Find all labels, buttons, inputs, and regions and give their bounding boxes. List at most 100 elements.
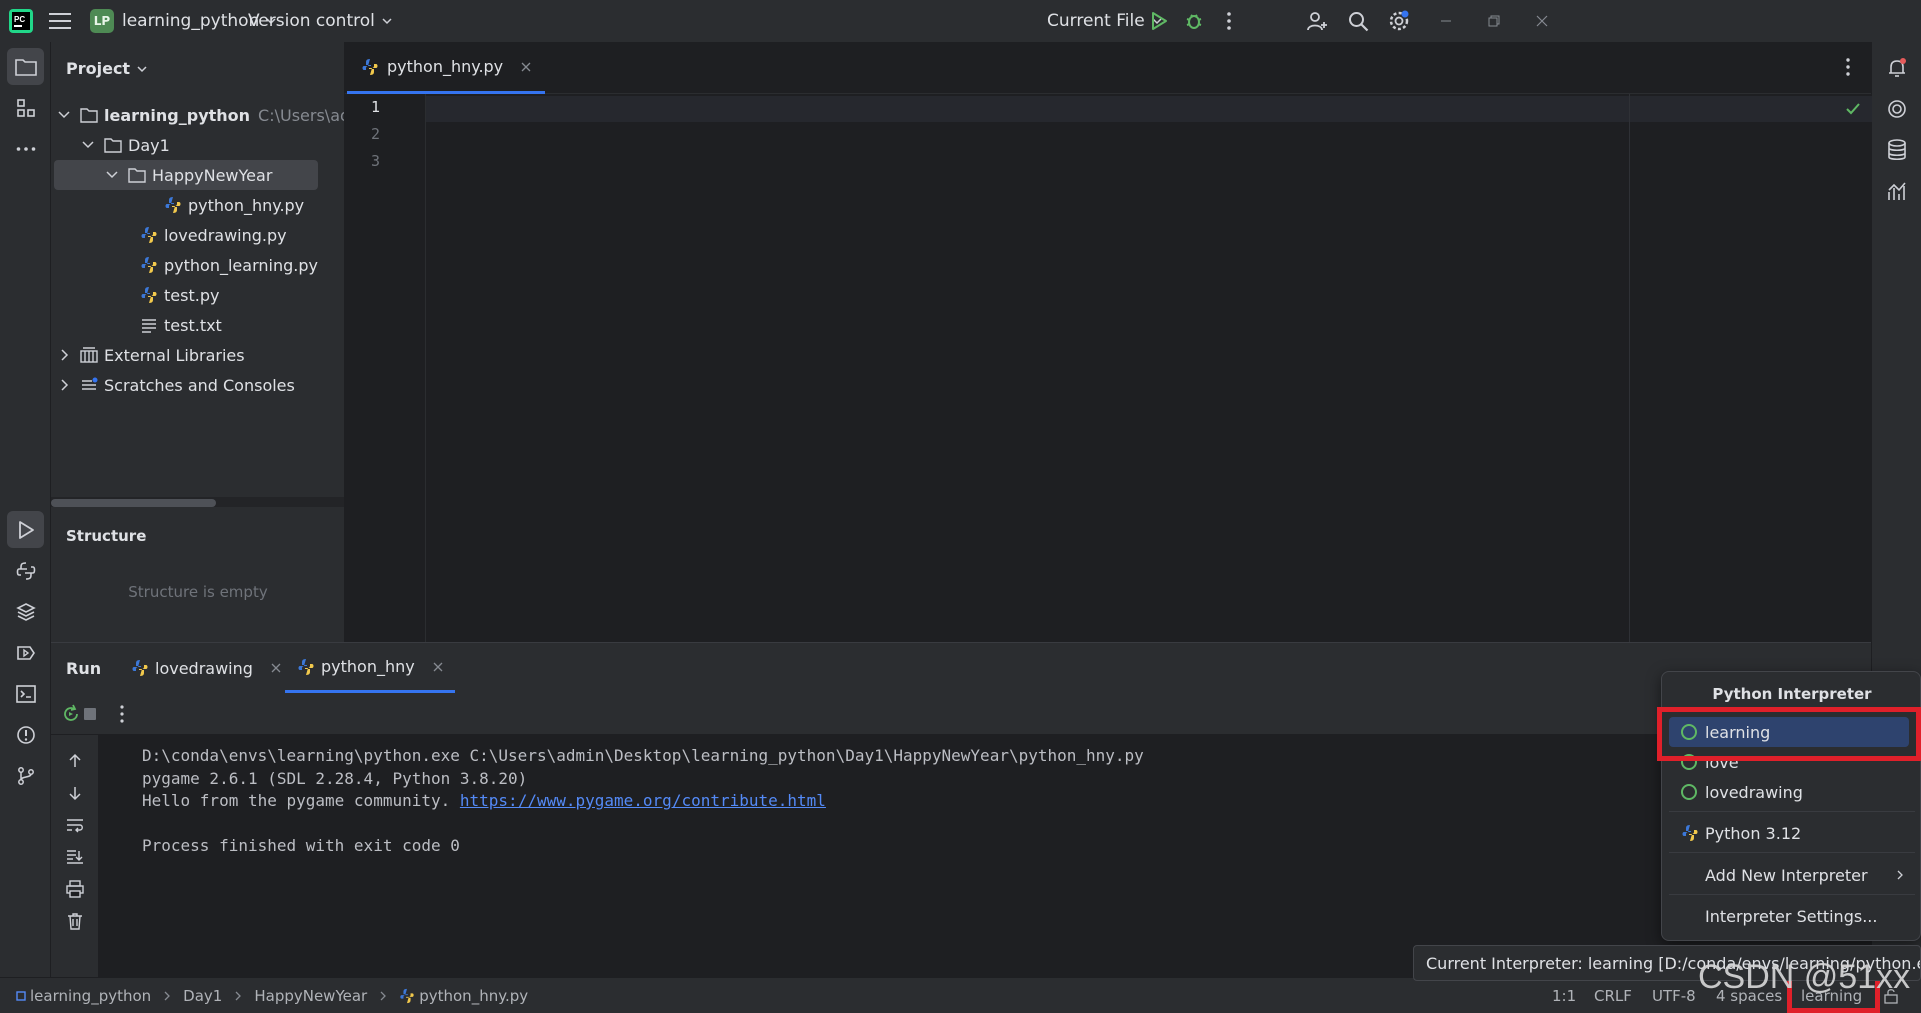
python-file-icon: [141, 287, 157, 303]
search-everywhere-button[interactable]: [1348, 0, 1369, 42]
close-icon[interactable]: [271, 663, 281, 673]
title-bar: PC LP learning_python Version control Cu…: [0, 0, 1921, 42]
highlight-box-selected-interpreter: [1657, 707, 1921, 761]
bug-icon: [1186, 14, 1202, 29]
close-icon[interactable]: [521, 62, 531, 72]
tree-item-lovedrawing[interactable]: lovedrawing.py: [140, 220, 287, 250]
project-horizontal-scrollbar[interactable]: [51, 497, 344, 507]
scroll-to-end-button[interactable]: [63, 845, 87, 869]
run-tab-lovedrawing[interactable]: lovedrawing: [131, 643, 281, 693]
pycharm-logo-icon[interactable]: PC: [9, 0, 33, 42]
tree-item-happynewyear[interactable]: HappyNewYear: [54, 160, 318, 190]
close-icon[interactable]: [433, 662, 443, 672]
run-config-selector[interactable]: Current File: [1047, 0, 1163, 42]
interpreter-option-label: Python 3.12: [1705, 823, 1802, 843]
print-button[interactable]: [63, 877, 87, 901]
tree-item-day1[interactable]: Day1: [80, 130, 170, 160]
problems-icon: [16, 725, 35, 744]
scrollbar-thumb[interactable]: [51, 499, 216, 507]
tree-item-label: Scratches and Consoles: [104, 375, 295, 395]
ai-assistant-button[interactable]: [1879, 91, 1915, 127]
tree-item-external-libraries[interactable]: External Libraries: [56, 340, 245, 370]
tree-item-scratches[interactable]: Scratches and Consoles: [56, 370, 295, 400]
run-panel: Run lovedrawing python_hny D:\conda\envs…: [51, 642, 1871, 978]
breadcrumb-item[interactable]: Day1: [183, 987, 222, 1005]
file-encoding[interactable]: UTF-8: [1652, 978, 1696, 1013]
run-tab-python-hny[interactable]: python_hny: [285, 643, 455, 693]
structure-icon: [16, 98, 35, 117]
more-tools-button[interactable]: [7, 130, 44, 167]
notifications-button[interactable]: [1879, 50, 1915, 86]
project-tool-button[interactable]: [7, 48, 44, 85]
caret-position[interactable]: 1:1: [1552, 978, 1576, 1013]
layers-tool-button[interactable]: [7, 593, 44, 630]
python-packages-button[interactable]: [7, 552, 44, 589]
tree-item-python-hny[interactable]: python_hny.py: [164, 190, 304, 220]
project-name: learning_python: [122, 11, 260, 31]
scroll-down-button[interactable]: [63, 781, 87, 805]
editor-tab-label: python_hny.py: [387, 57, 504, 76]
database-button[interactable]: [1879, 132, 1915, 168]
problems-tool-button[interactable]: [7, 716, 44, 753]
restore-button[interactable]: [1488, 0, 1500, 42]
breadcrumb-item[interactable]: python_hny.py: [419, 987, 528, 1005]
python-file-icon: [400, 988, 414, 1004]
tree-item-root[interactable]: learning_python C:\Users\adm: [56, 100, 344, 130]
tree-item-test-txt[interactable]: test.txt: [140, 310, 222, 340]
run-more-button[interactable]: [119, 705, 125, 723]
structure-tool-button[interactable]: [7, 89, 44, 126]
console-link[interactable]: https://www.pygame.org/contribute.html: [460, 791, 826, 810]
code-with-me-button[interactable]: [1306, 0, 1328, 42]
console-exit-line: Process finished with exit code 0: [142, 836, 460, 855]
module-icon: [16, 991, 26, 1001]
run-button[interactable]: [1150, 0, 1168, 42]
vcs-menu[interactable]: Version control: [248, 0, 393, 42]
clear-console-button[interactable]: [63, 909, 87, 933]
add-new-interpreter-item[interactable]: Add New Interpreter: [1669, 860, 1909, 890]
line-number: 3: [370, 152, 380, 170]
more-horizontal-icon: [16, 146, 35, 151]
project-panel-title: Project: [66, 59, 131, 78]
terminal-tool-button[interactable]: [7, 675, 44, 712]
project-badge: LP: [90, 9, 114, 33]
close-window-button[interactable]: [1536, 0, 1548, 42]
more-actions-button[interactable]: [1226, 0, 1232, 42]
ai-assistant-icon: [1888, 100, 1906, 118]
bell-icon: [1889, 58, 1906, 77]
git-tool-button[interactable]: [7, 757, 44, 794]
breadcrumb-item[interactable]: learning_python: [30, 987, 151, 1005]
editor-more-button[interactable]: [1845, 58, 1851, 76]
interpreter-settings-item[interactable]: Interpreter Settings...: [1669, 901, 1909, 931]
interpreter-option-lovedrawing[interactable]: lovedrawing: [1669, 777, 1909, 807]
line-separator[interactable]: CRLF: [1594, 978, 1632, 1013]
editor-area[interactable]: python_hny.py 1 2 3: [345, 42, 1872, 642]
chevron-right-icon: [1897, 870, 1903, 880]
python-icon: [1682, 825, 1698, 841]
project-panel-header[interactable]: Project: [66, 59, 148, 78]
main-menu-icon[interactable]: [49, 0, 71, 42]
soft-wrap-button[interactable]: [63, 813, 87, 837]
scroll-up-button[interactable]: [63, 749, 87, 773]
minimize-icon: [1441, 20, 1451, 22]
tree-item-test-py[interactable]: test.py: [140, 280, 219, 310]
run-tool-button[interactable]: [7, 511, 44, 548]
tree-item-python-learning[interactable]: python_learning.py: [140, 250, 318, 280]
breadcrumb-item[interactable]: HappyNewYear: [254, 987, 367, 1005]
editor-tab-python-hny[interactable]: python_hny.py: [347, 42, 546, 94]
minimize-button[interactable]: [1440, 0, 1452, 42]
structure-empty-text: Structure is empty: [128, 583, 268, 601]
sciview-button[interactable]: [1879, 173, 1915, 209]
rerun-button[interactable]: [61, 704, 81, 724]
settings-button[interactable]: [1388, 0, 1410, 42]
stop-button[interactable]: [83, 707, 97, 721]
popup-separator: [1669, 894, 1915, 895]
no-problems-check-icon[interactable]: [1845, 102, 1861, 116]
services-tool-button[interactable]: [7, 634, 44, 671]
interpreter-option-python312[interactable]: Python 3.12: [1669, 818, 1909, 848]
scroll-to-end-icon: [67, 850, 83, 864]
chevron-right-icon: [164, 991, 171, 1001]
debug-button[interactable]: [1184, 0, 1204, 42]
add-new-interpreter-label: Add New Interpreter: [1705, 865, 1868, 885]
tree-item-label: test.py: [164, 285, 220, 305]
add-user-icon: [1307, 12, 1327, 31]
